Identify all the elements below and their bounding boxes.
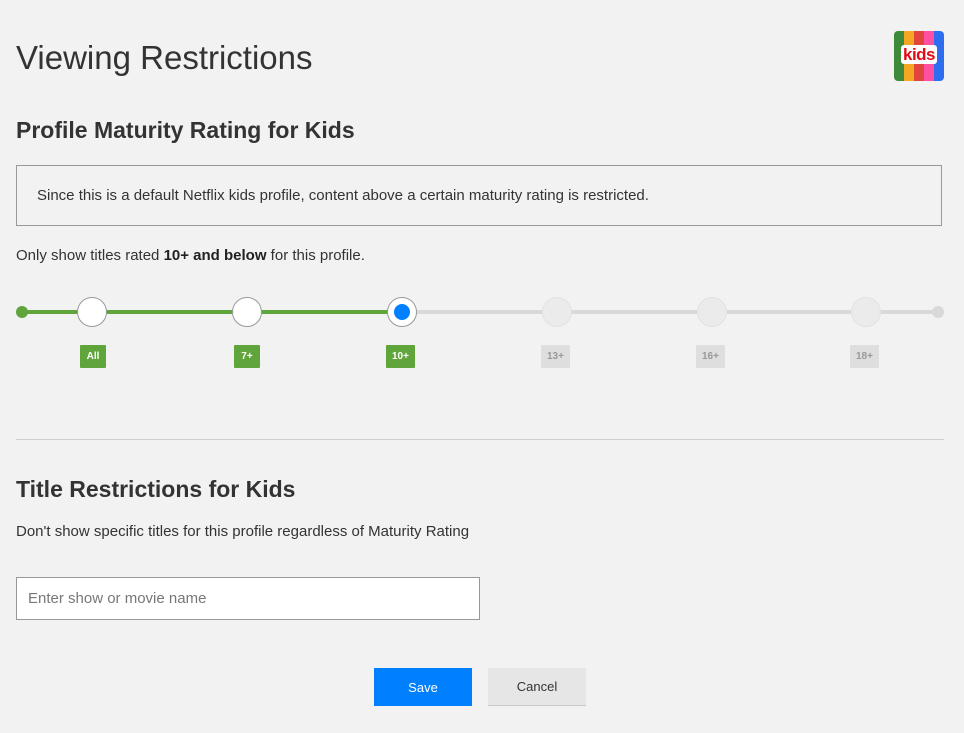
slider-start-dot [16,306,28,318]
cancel-button[interactable]: Cancel [488,668,586,706]
page-title: Viewing Restrictions [16,39,313,76]
rating-label-all[interactable]: All [80,345,106,368]
kids-profile-notice: Since this is a default Netflix kids pro… [16,165,942,226]
rating-stop-10plus-selected[interactable] [387,297,417,327]
rating-label-16plus[interactable]: 16+ [696,345,725,368]
maturity-section-title: Profile Maturity Rating for Kids [16,117,355,143]
title-search-input[interactable] [16,577,480,620]
rating-label-7plus[interactable]: 7+ [234,345,260,368]
rating-stop-16plus[interactable] [697,297,727,327]
rating-summary: Only show titles rated 10+ and below for… [16,247,365,264]
notice-text: Since this is a default Netflix kids pro… [37,187,649,204]
maturity-rating-slider[interactable]: All 7+ 10+ 13+ 16+ 18+ [16,290,948,380]
rating-stop-18plus[interactable] [851,297,881,327]
section-divider [16,439,944,440]
kids-logo-text: kids [900,45,938,64]
rating-stop-all[interactable] [77,297,107,327]
rating-label-13plus[interactable]: 13+ [541,345,570,368]
title-restrictions-description: Don't show specific titles for this prof… [16,523,470,540]
rating-stop-13plus[interactable] [542,297,572,327]
rating-summary-value: 10+ and below [163,247,267,264]
title-restrictions-title: Title Restrictions for Kids [16,476,296,502]
save-button[interactable]: Save [374,668,472,706]
rating-label-18plus[interactable]: 18+ [850,345,879,368]
rating-stop-7plus[interactable] [232,297,262,327]
rating-label-10plus[interactable]: 10+ [386,345,415,368]
kids-profile-icon: kids [894,31,944,81]
slider-end-dot [932,306,944,318]
